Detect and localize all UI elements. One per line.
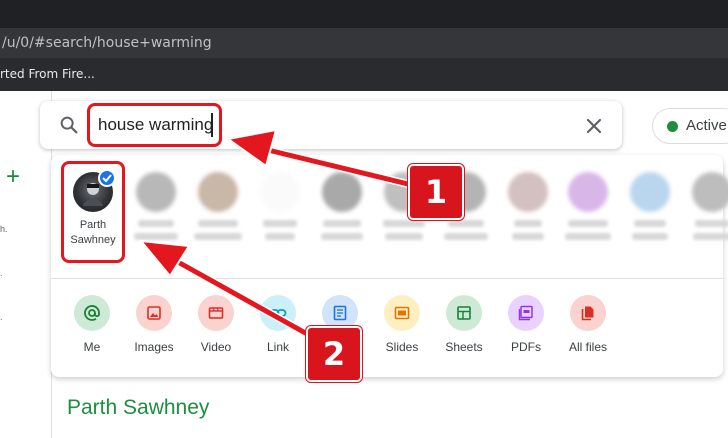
annotation-badge-2: 2 (306, 326, 362, 382)
annotation-badge-1: 1 (408, 164, 464, 220)
annotation-arrows (138, 128, 416, 344)
